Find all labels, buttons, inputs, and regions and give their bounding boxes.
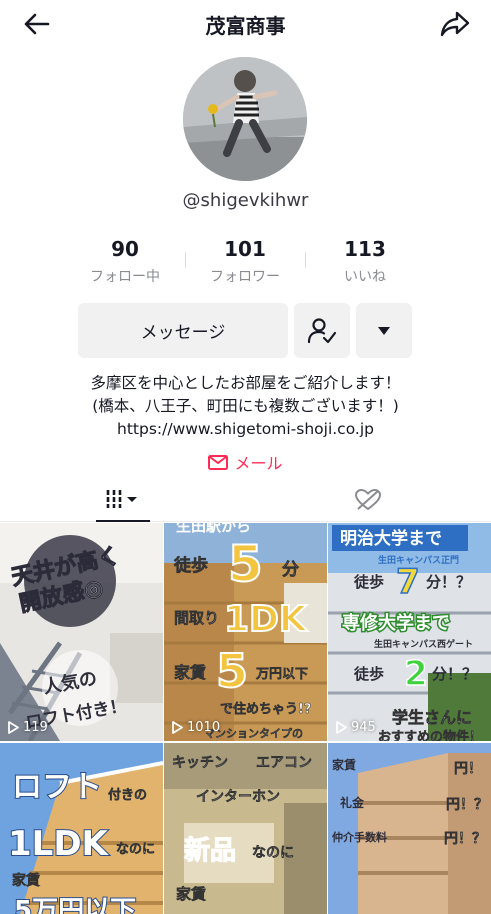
stat-following-label: フォロー中 [90,269,160,285]
video-thumbnail[interactable]: ロフト 付きの 1LDK なのに 家賃 5万円以下 [0,743,163,914]
video-cover-image: 天井が高く 開放感◎ 人気の ロフト付き！ [0,523,163,741]
email-label: メール [234,454,283,473]
video-thumbnail[interactable]: 明治大学まで 生田キャンパス正門 徒歩 7 分！？ 専修大学まで 生田キャンパス… [328,523,491,741]
cover-text: 新品 [184,835,236,866]
stat-likes-count: 113 [344,237,386,261]
cover-text: インターホン [196,789,280,805]
cover-text: ロフト [12,770,102,805]
cover-text: 家賃 [174,663,206,682]
message-button[interactable]: メッセージ [78,303,288,358]
view-count: 1010 [172,720,220,735]
cover-text: 生田駅から [176,523,251,535]
tab-liked-private[interactable] [341,478,395,522]
view-count-value: 1010 [187,720,221,735]
cover-text: 分！？ [432,665,477,683]
cover-text: 万円以下 [255,667,308,682]
mail-icon [208,454,229,470]
stats-row: 90 フォロー中 101 フォロワー 113 いいね [65,236,425,288]
avatar[interactable] [183,57,307,181]
view-count: 119 [8,720,48,735]
cover-text: 家賃 [176,885,206,903]
video-cover-image: 明治大学まで 生田キャンパス正門 徒歩 7 分！？ 専修大学まで 生田キャンパス… [328,523,491,741]
cover-text: 徒歩 [353,573,384,591]
cover-text: 円！？ [444,831,486,847]
cover-text: おすすめの物件！ [378,729,482,741]
play-icon [172,721,183,734]
video-thumbnail[interactable]: 家賃 円！ 礼金 円！？ 仲介手数料 円！？ [328,743,491,914]
content-tabs [0,478,491,522]
cover-text: 付きの [108,787,147,803]
page-title: 茂富商事 [205,14,286,38]
cover-text: 円！ [454,761,482,777]
cover-text: 徒歩 [173,555,208,576]
video-grid: 天井が高く 開放感◎ 人気の ロフト付き！ 119 生田駅から 徒歩 5 分 間… [0,523,491,914]
share-icon [440,11,470,37]
stat-likes[interactable]: 113 いいね [305,236,425,288]
view-count-value: 945 [351,720,376,735]
cover-text: 専修大学まで [342,612,450,634]
play-icon [336,721,347,734]
grid-bars-icon [106,490,137,508]
cover-text: 5 [228,535,263,593]
video-thumbnail[interactable]: 天井が高く 開放感◎ 人気の ロフト付き！ 119 [0,523,163,741]
bio-link[interactable]: https://www.shigetomi-shoji.co.jp [0,418,491,441]
cover-text: 徒歩 [353,665,384,683]
stat-followers[interactable]: 101 フォロワー [185,236,305,288]
cover-text: 5 [216,644,248,698]
cover-text: 円！？ [446,797,488,813]
bio-line: (橋本、八王子、町田にも複数ございます！) [92,397,399,415]
cover-text: 分 [282,560,299,580]
view-count: 945 [336,720,376,735]
top-bar: 茂富商事 [0,0,491,50]
cover-text: エアコン [256,755,312,771]
bio: 多摩区を中心としたお部屋をご紹介します！ (橋本、八王子、町田にも複数ございます… [0,372,491,441]
cover-text: 分！？ [426,573,471,591]
caret-down-icon [378,326,390,335]
cover-text: 礼金 [340,795,365,810]
more-dropdown-button[interactable] [356,303,412,358]
cover-text: 1LDK [8,824,110,864]
avatar-image [183,57,307,181]
cover-text: 1DK [224,599,308,640]
username: @shigevkihwr [182,190,309,211]
stat-following-count: 90 [111,237,139,261]
view-count-value: 119 [23,720,48,735]
cover-text: 2 [404,654,428,694]
cover-text: なのに [252,845,294,861]
email-link[interactable]: メール [0,450,491,474]
cover-text: 間取り [174,609,219,627]
cover-text: 仲介手数料 [332,830,387,844]
cover-text: 生田キャンパス西ゲート [374,638,473,650]
stat-followers-label: フォロワー [210,269,280,285]
cover-text: 家賃 [332,757,356,772]
video-cover-image: ロフト 付きの 1LDK なのに 家賃 5万円以下 [0,743,163,914]
hidden-heart-icon [354,488,382,511]
share-button[interactable] [437,8,473,40]
cover-text: 5万円以下 [14,896,136,914]
cover-text: なのに [116,842,155,857]
video-cover-image: 家賃 円！ 礼金 円！？ 仲介手数料 円！？ [328,743,491,914]
user-check-icon [307,317,337,343]
following-status-button[interactable] [294,303,350,358]
video-cover-image: キッチン エアコン インターホン 新品 なのに 家賃 [164,743,327,914]
stat-following[interactable]: 90 フォロー中 [65,236,185,288]
tab-videos[interactable] [96,478,150,522]
play-icon [8,721,19,734]
video-thumbnail[interactable]: キッチン エアコン インターホン 新品 なのに 家賃 [164,743,327,914]
cover-text: キッチン [172,755,228,771]
cover-text: 7 [396,562,420,602]
cover-text: 家賃 [12,872,40,889]
stat-likes-label: いいね [344,269,386,285]
cover-text: 明治大学まで [340,528,442,549]
video-cover-image: 生田駅から 徒歩 5 分 間取り 1DK 家賃 5 万円以下 で住めちゃう!? … [164,523,327,741]
cover-text: 学生さんに [392,708,472,727]
bio-line: 多摩区を中心としたお部屋をご紹介します！ [90,374,401,392]
cover-text: で住めちゃう!? [220,701,311,717]
stat-followers-count: 101 [224,237,266,261]
video-thumbnail[interactable]: 生田駅から 徒歩 5 分 間取り 1DK 家賃 5 万円以下 で住めちゃう!? … [164,523,327,741]
